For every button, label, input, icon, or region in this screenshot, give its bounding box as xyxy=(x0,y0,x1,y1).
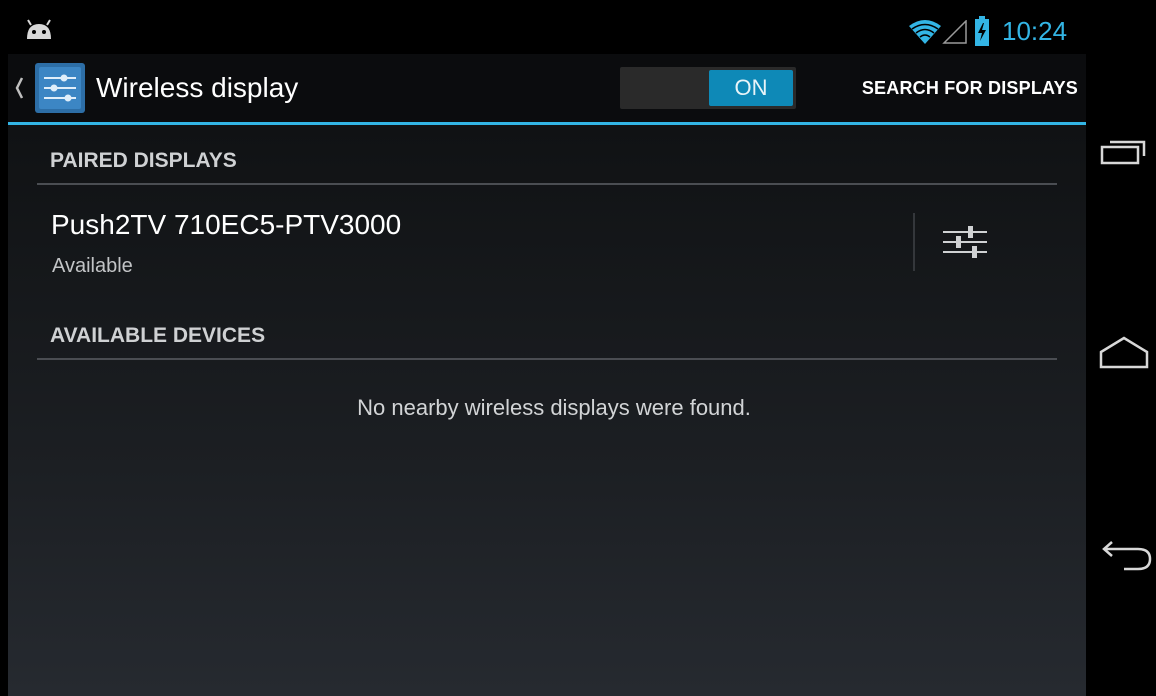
available-devices-header: AVAILABLE DEVICES xyxy=(37,302,1057,360)
page-title: Wireless display xyxy=(96,72,299,103)
wireless-display-toggle[interactable]: ON xyxy=(620,67,796,109)
battery-charging-icon xyxy=(975,16,989,46)
available-devices-header-label: AVAILABLE DEVICES xyxy=(50,324,266,347)
device-screen: 10:24 Wireless display ON SEARCH FOR DIS… xyxy=(0,0,1156,696)
signal-icon xyxy=(942,20,967,44)
sliders-icon[interactable] xyxy=(935,215,995,269)
wifi-icon xyxy=(909,20,941,44)
back-icon[interactable] xyxy=(1098,538,1154,574)
home-icon[interactable] xyxy=(1098,334,1150,370)
action-bar: Wireless display ON SEARCH FOR DISPLAYS xyxy=(8,54,1086,125)
up-caret-icon[interactable] xyxy=(14,76,24,100)
status-clock: 10:24 xyxy=(1002,16,1068,46)
navigation-bar xyxy=(1086,0,1156,696)
content-area: PAIRED DISPLAYS Push2TV 710EC5-PTV3000 A… xyxy=(8,125,1086,696)
android-debug-icon xyxy=(27,19,51,39)
empty-state-message: No nearby wireless displays were found. xyxy=(357,395,751,420)
status-bar: 10:24 xyxy=(8,8,1086,54)
paired-device-row[interactable]: Push2TV 710EC5-PTV3000 Available xyxy=(37,185,1057,301)
device-name: Push2TV 710EC5-PTV3000 xyxy=(51,209,402,240)
search-for-displays-button[interactable]: SEARCH FOR DISPLAYS xyxy=(828,54,1078,122)
row-divider xyxy=(913,213,915,271)
settings-icon[interactable] xyxy=(34,62,86,114)
recent-apps-icon[interactable] xyxy=(1098,136,1148,166)
device-status: Available xyxy=(52,255,133,277)
toggle-on-label[interactable]: ON xyxy=(709,70,793,106)
paired-displays-header-label: PAIRED DISPLAYS xyxy=(50,149,237,172)
paired-displays-header: PAIRED DISPLAYS xyxy=(37,127,1057,185)
